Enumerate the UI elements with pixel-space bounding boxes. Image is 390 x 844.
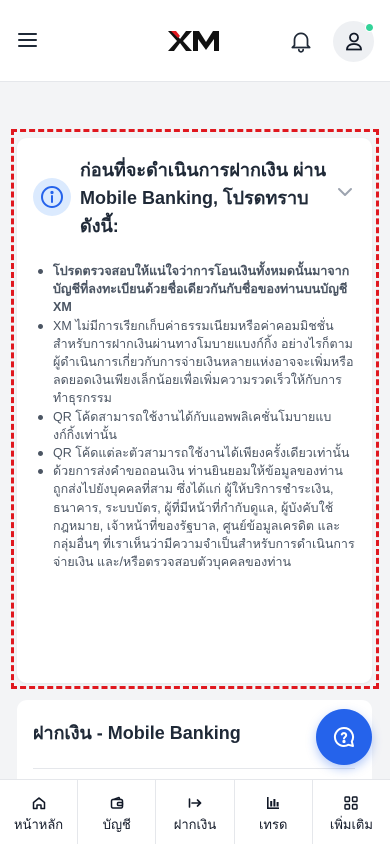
notice-list: โปรดตรวจสอบให้แน่ใจว่าการโอนเงินทั้งหมดน… [37, 262, 355, 571]
info-icon [33, 178, 71, 216]
notice-item: XM ไม่มีการเรียกเก็บค่าธรรมเนียมหรือค่าค… [37, 317, 355, 408]
nav-home[interactable]: หน้าหลัก [0, 780, 79, 844]
notice-item: QR โค้ดแต่ละตัวสามารถใช้งานได้เพียงครั้ง… [37, 444, 355, 462]
chevron-down-icon[interactable] [335, 184, 355, 198]
notice-card: ก่อนที่จะดำเนินการฝากเงิน ผ่าน Mobile Ba… [17, 138, 372, 683]
nav-label: ฝากเงิน [173, 817, 217, 832]
notice-item: QR โค้ดสามารถใช้งานได้กับแอพพลิเคชั่นโมบ… [37, 408, 355, 444]
xm-logo[interactable] [168, 29, 222, 53]
grid-icon [344, 796, 359, 810]
chart-bars-icon [267, 797, 280, 809]
nav-trade[interactable]: เทรด [235, 780, 313, 844]
profile-button[interactable] [333, 21, 374, 62]
notice-item: โปรดตรวจสอบให้แน่ใจว่าการโอนเงินทั้งหมดน… [37, 262, 355, 317]
deposit-title: ฝากเงิน - Mobile Banking [33, 723, 241, 743]
divider [33, 768, 355, 769]
nav-account[interactable]: บัญชี [78, 780, 157, 844]
notice-item: ด้วยการส่งคำขอถอนเงิน ท่านยินยอมให้ข้อมู… [37, 462, 355, 571]
chat-help-icon [333, 726, 354, 747]
nav-more[interactable]: เพิ่มเติม [313, 780, 390, 844]
user-icon [346, 32, 362, 51]
bell-icon[interactable] [288, 28, 314, 54]
nav-label: เพิ่มเติม [329, 817, 373, 832]
home-icon [32, 797, 45, 810]
nav-label: บัญชี [102, 817, 131, 832]
online-status-dot [365, 23, 374, 32]
top-header [0, 0, 390, 82]
bottom-nav: หน้าหลัก บัญชี ฝากเงิน เทรด เพิ่มเติม [0, 779, 390, 844]
chat-help-button[interactable] [316, 709, 372, 765]
deposit-arrow-icon [188, 798, 202, 808]
nav-label: หน้าหลัก [14, 817, 64, 832]
notice-title: ก่อนที่จะดำเนินการฝากเงิน ผ่าน Mobile Ba… [80, 160, 327, 236]
wallet-icon [110, 796, 124, 809]
nav-deposit[interactable]: ฝากเงิน [156, 780, 235, 844]
menu-icon[interactable] [18, 32, 38, 48]
nav-label: เทรด [258, 817, 288, 832]
